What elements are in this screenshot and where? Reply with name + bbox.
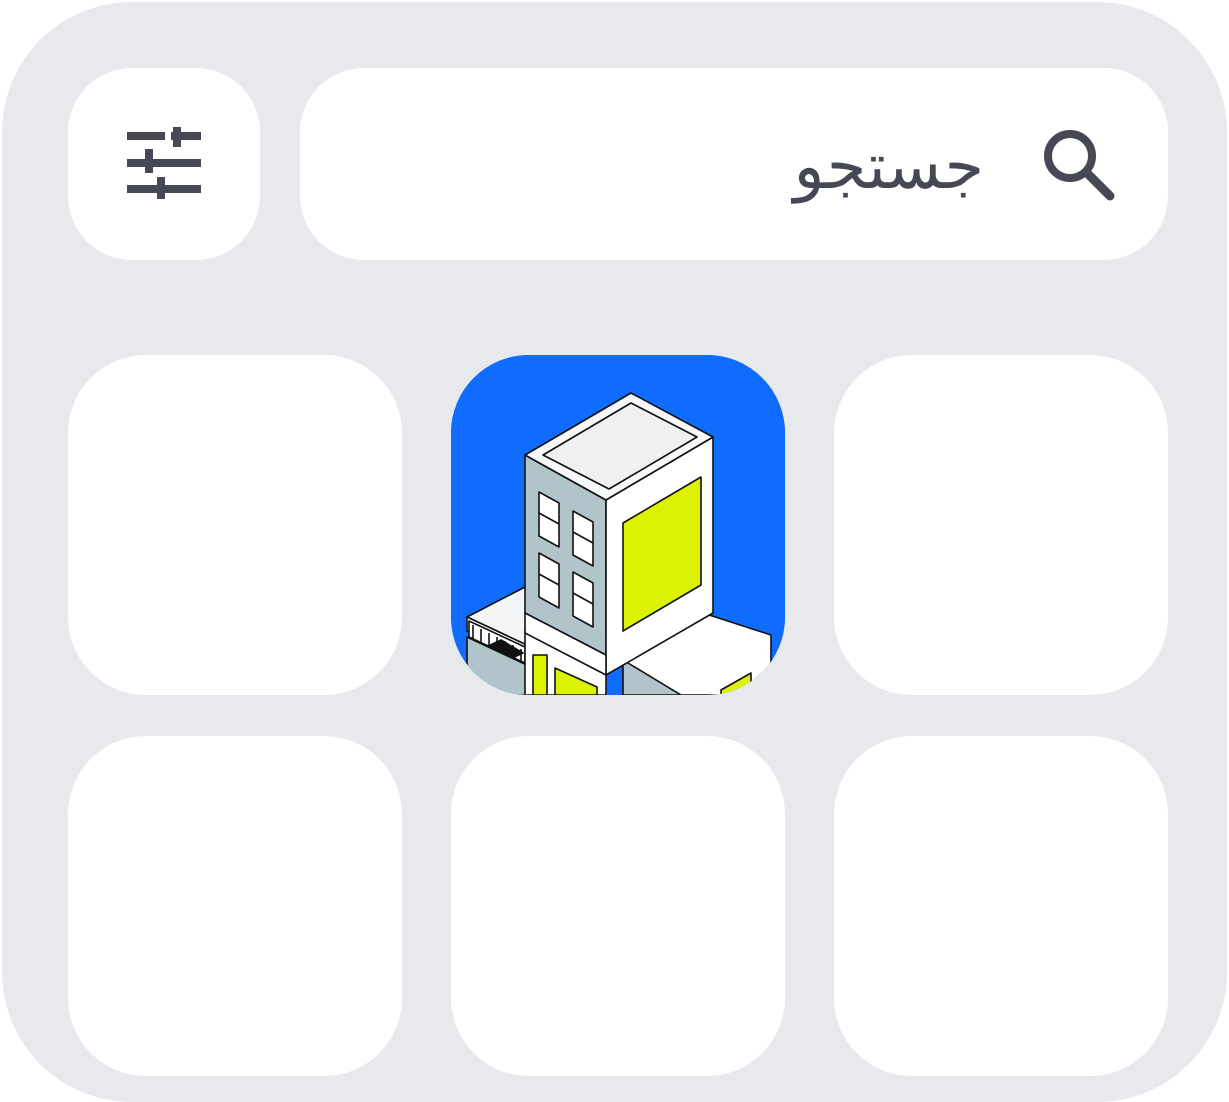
sliders-icon xyxy=(127,127,201,199)
app-tile-empty[interactable] xyxy=(834,355,1168,695)
app-tile-empty[interactable] xyxy=(68,736,402,1076)
search-placeholder: جستجو xyxy=(793,130,984,204)
search-icon xyxy=(1040,126,1116,202)
app-tile-empty[interactable] xyxy=(68,355,402,695)
filter-button[interactable] xyxy=(68,68,260,260)
featured-app-tile[interactable] xyxy=(451,355,785,695)
search-bar[interactable]: جستجو xyxy=(300,68,1168,260)
app-tile-empty[interactable] xyxy=(834,736,1168,1076)
building-app-icon xyxy=(451,355,785,695)
app-tile-empty[interactable] xyxy=(451,736,785,1076)
app-frame: جستجو xyxy=(2,2,1227,1102)
